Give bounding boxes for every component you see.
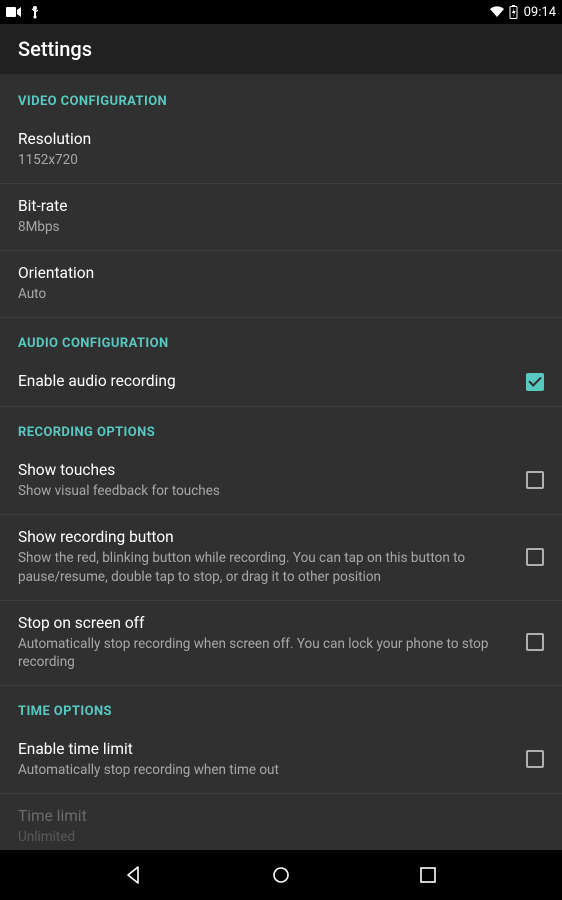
navigation-bar <box>0 850 562 900</box>
pref-summary: Automatically stop recording when screen… <box>18 635 510 671</box>
checkbox-enable-audio[interactable] <box>526 373 544 391</box>
wifi-icon <box>489 6 505 18</box>
pref-title: Time limit <box>18 806 528 827</box>
pref-bitrate[interactable]: Bit-rate 8Mbps <box>0 184 562 250</box>
status-left <box>6 5 40 19</box>
section-header-time: TIME OPTIONS <box>0 686 562 727</box>
pref-title: Enable time limit <box>18 739 510 760</box>
section-header-video: VIDEO CONFIGURATION <box>0 74 562 117</box>
nav-back-button[interactable] <box>122 863 146 887</box>
pref-enable-time-limit[interactable]: Enable time limit Automatically stop rec… <box>0 727 562 793</box>
usb-debug-icon <box>30 5 40 19</box>
pref-enable-audio[interactable]: Enable audio recording <box>0 359 562 406</box>
pref-summary: Show the red, blinking button while reco… <box>18 549 510 585</box>
pref-summary: 8Mbps <box>18 218 528 236</box>
section-header-recording: RECORDING OPTIONS <box>0 407 562 448</box>
page-title: Settings <box>18 37 92 61</box>
pref-show-recording-button[interactable]: Show recording button Show the red, blin… <box>0 515 562 599</box>
section-header-audio: AUDIO CONFIGURATION <box>0 318 562 359</box>
pref-title: Bit-rate <box>18 196 528 217</box>
checkbox-enable-time-limit[interactable] <box>526 750 544 768</box>
battery-charging-icon <box>509 5 518 19</box>
pref-show-touches[interactable]: Show touches Show visual feedback for to… <box>0 448 562 514</box>
nav-home-button[interactable] <box>269 863 293 887</box>
pref-summary: Unlimited <box>18 828 528 846</box>
pref-stop-on-screen-off[interactable]: Stop on screen off Automatically stop re… <box>0 601 562 685</box>
pref-resolution[interactable]: Resolution 1152x720 <box>0 117 562 183</box>
pref-title: Show touches <box>18 460 510 481</box>
pref-summary: Automatically stop recording when time o… <box>18 761 510 779</box>
status-time: 09:14 <box>524 5 556 20</box>
pref-title: Orientation <box>18 263 528 284</box>
checkbox-show-recording-button[interactable] <box>526 548 544 566</box>
settings-list: VIDEO CONFIGURATION Resolution 1152x720 … <box>0 74 562 850</box>
pref-title: Stop on screen off <box>18 613 510 634</box>
checkbox-stop-on-screen-off[interactable] <box>526 633 544 651</box>
pref-title: Show recording button <box>18 527 510 548</box>
pref-title: Enable audio recording <box>18 371 510 392</box>
status-bar: 09:14 <box>0 0 562 24</box>
app-bar: Settings <box>0 24 562 74</box>
camcorder-icon <box>6 6 22 18</box>
pref-title: Resolution <box>18 129 528 150</box>
checkbox-show-touches[interactable] <box>526 471 544 489</box>
pref-time-limit: Time limit Unlimited <box>0 794 562 850</box>
pref-orientation[interactable]: Orientation Auto <box>0 251 562 317</box>
nav-recent-button[interactable] <box>416 863 440 887</box>
pref-summary: 1152x720 <box>18 151 528 169</box>
pref-summary: Auto <box>18 285 528 303</box>
pref-summary: Show visual feedback for touches <box>18 482 510 500</box>
status-right: 09:14 <box>489 5 556 20</box>
